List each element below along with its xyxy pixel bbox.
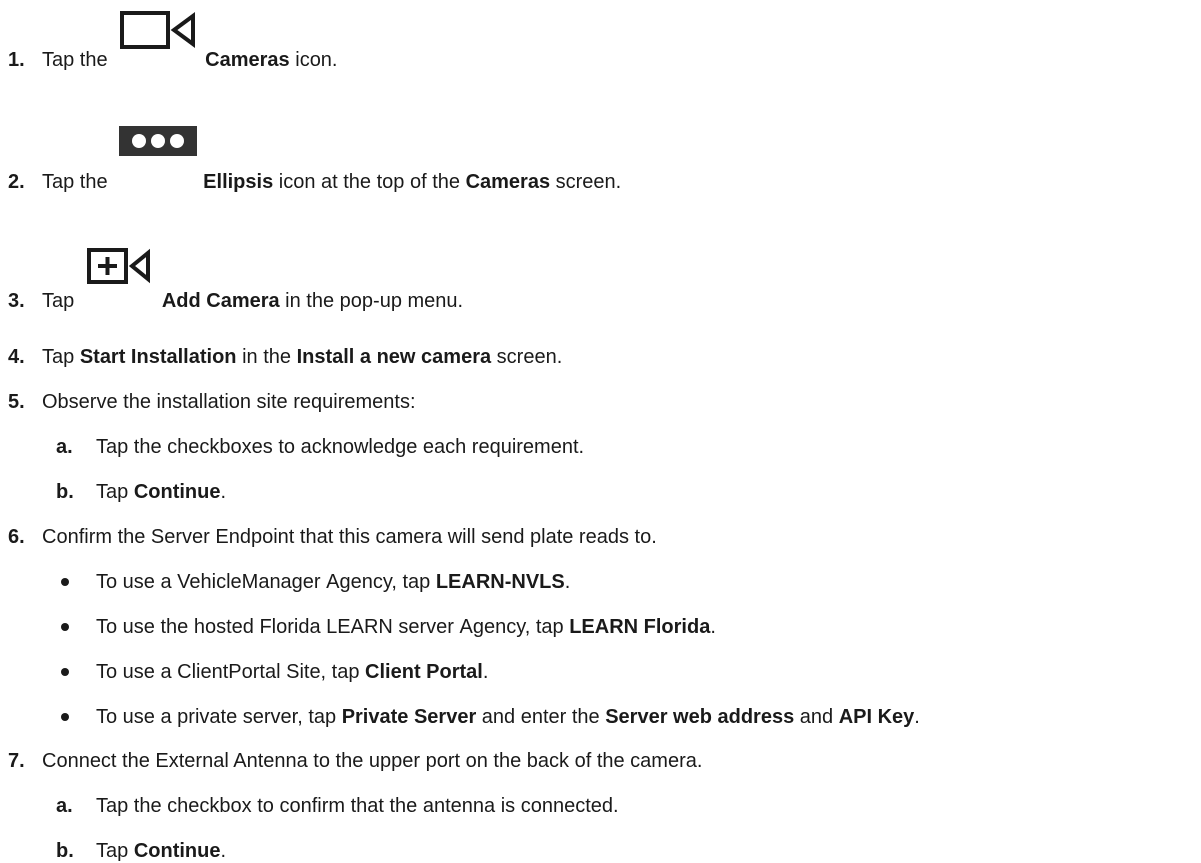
step-text-suffix: in the pop-up menu. xyxy=(279,290,464,312)
step-6: 6. Confirm the Server Endpoint that this… xyxy=(0,525,1201,549)
step-text: in the xyxy=(236,346,297,368)
step-1: 1. Tap the Cameras icon. xyxy=(0,48,1201,72)
step-2: 2. Tap the Ellipsis icon at the top of t… xyxy=(0,170,1201,194)
bullet-dot xyxy=(61,668,69,676)
bullet-item: To use a VehicleManager Agency, tap LEAR… xyxy=(0,570,1201,594)
bullet-text-bold: Client Portal xyxy=(365,661,483,683)
bullet-text-bold: LEARN Florida xyxy=(569,616,711,638)
bullet-dot xyxy=(61,713,69,721)
bullet-text-bold: LEARN-NVLS xyxy=(435,571,565,593)
bullet-text: and enter the xyxy=(476,706,606,728)
step-text-prefix: Tap xyxy=(42,346,80,368)
substep-text-bold: Continue xyxy=(133,481,221,503)
substep-text-suffix: . xyxy=(220,481,227,503)
substep-text: Tap the checkboxes to acknowledge each r… xyxy=(96,436,585,458)
step-text-prefix: Tap xyxy=(42,290,80,312)
step-number: 6. xyxy=(8,526,25,548)
step-text-bold: Cameras xyxy=(465,171,551,193)
step-7b: b. Tap Continue . xyxy=(0,839,1201,863)
step-5b: b. Tap Continue . xyxy=(0,480,1201,504)
step-text: icon at the top of the xyxy=(273,171,466,193)
add-camera-icon xyxy=(86,248,150,284)
step-text: Connect the External Antenna to the uppe… xyxy=(42,750,703,772)
bullet-text-bold: API Key xyxy=(838,706,915,728)
bullet-text: To use a ClientPortal Site, tap xyxy=(96,661,366,683)
bullet-text: . xyxy=(564,571,571,593)
substep-text-prefix: Tap xyxy=(96,840,134,862)
bullet-text: and xyxy=(794,706,839,728)
substep-letter: b. xyxy=(56,481,74,503)
substep-letter: a. xyxy=(56,436,73,458)
step-number: 3. xyxy=(8,290,25,312)
video-camera-icon xyxy=(120,11,196,49)
bullet-text: . xyxy=(914,706,920,728)
step-text-prefix: Tap the xyxy=(42,49,114,71)
step-text-bold: Ellipsis xyxy=(203,171,274,193)
bullet-dot xyxy=(61,623,69,631)
step-text: Observe the installation site requiremen… xyxy=(42,391,416,413)
substep-text-prefix: Tap xyxy=(96,481,134,503)
step-3: 3. Tap Add Camera in the pop-up menu. xyxy=(0,289,1201,313)
step-text-bold: Start Installation xyxy=(79,346,237,368)
step-5: 5. Observe the installation site require… xyxy=(0,390,1201,414)
step-text-suffix: screen. xyxy=(491,346,563,368)
bullet-text: To use a VehicleManager Agency, tap xyxy=(96,571,436,593)
step-number: 7. xyxy=(8,750,25,772)
step-number: 4. xyxy=(8,346,25,368)
bullet-text: To use the hosted Florida LEARN server A… xyxy=(96,616,570,638)
bullet-item: To use a private server, tap Private Ser… xyxy=(0,705,1201,729)
step-number: 1. xyxy=(8,49,25,71)
step-4: 4. Tap Start Installation in the Install… xyxy=(0,345,1201,369)
step-7a: a. Tap the checkbox to confirm that the … xyxy=(0,794,1201,818)
bullet-text-bold: Private Server xyxy=(341,706,477,728)
bullet-text: . xyxy=(710,616,716,638)
step-text-bold: Add Camera xyxy=(161,290,280,312)
substep-text: Tap the checkbox to confirm that the ant… xyxy=(96,795,619,817)
step-5a: a. Tap the checkboxes to acknowledge eac… xyxy=(0,435,1201,459)
step-text-bold: Cameras xyxy=(205,49,290,71)
step-text-bold: Install a new camera xyxy=(296,346,492,368)
bullet-item: To use a ClientPortal Site, tap Client P… xyxy=(0,660,1201,684)
bullet-text: To use a private server, tap xyxy=(96,706,342,728)
substep-text-bold: Continue xyxy=(133,840,221,862)
step-text-suffix: icon. xyxy=(289,49,338,71)
step-text-prefix: Tap the xyxy=(42,171,114,193)
substep-text-suffix: . xyxy=(220,840,227,862)
step-7: 7. Connect the External Antenna to the u… xyxy=(0,749,1201,773)
ellipsis-icon xyxy=(119,126,198,156)
bullet-item: To use the hosted Florida LEARN server A… xyxy=(0,615,1201,639)
step-number: 2. xyxy=(8,171,25,193)
substep-letter: b. xyxy=(56,840,74,862)
step-text-suffix: screen. xyxy=(550,171,622,193)
step-number: 5. xyxy=(8,391,25,413)
bullet-text: . xyxy=(482,661,489,683)
bullet-dot xyxy=(61,578,69,586)
step-text: Confirm the Server Endpoint that this ca… xyxy=(42,526,657,548)
bullet-text-bold: Server web address xyxy=(605,706,795,728)
substep-letter: a. xyxy=(56,795,73,817)
